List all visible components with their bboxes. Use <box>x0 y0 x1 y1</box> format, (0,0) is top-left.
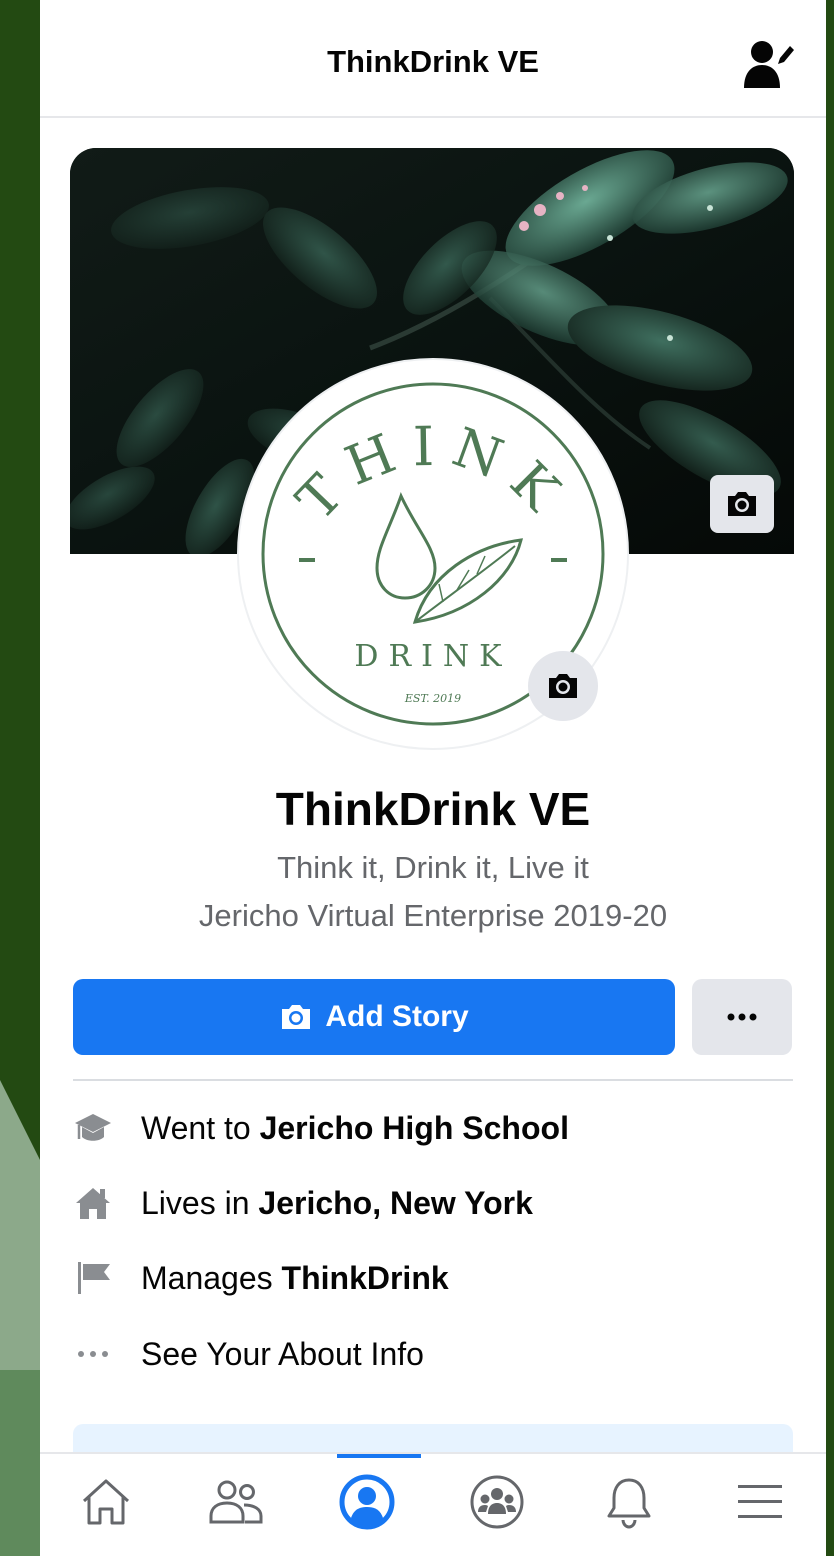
about-manages[interactable]: Manages ThinkDrink <box>73 1253 449 1303</box>
more-dots-icon <box>727 1013 757 1021</box>
flag-icon <box>73 1258 113 1298</box>
profile-icon[interactable] <box>337 1472 397 1532</box>
see-about-info[interactable]: See Your About Info <box>73 1329 424 1379</box>
logo-est-text: EST. 2019 <box>404 692 461 705</box>
camera-icon <box>282 1005 311 1029</box>
profile-name: ThinkDrink VE <box>275 783 591 835</box>
see-about-info-label: See Your About Info <box>141 1335 424 1372</box>
friends-icon[interactable] <box>206 1472 266 1532</box>
bottom-tab-bar <box>40 1452 826 1556</box>
about-residence[interactable]: Lives in Jericho, New York <box>73 1178 533 1228</box>
about-manages-prefix: Manages <box>141 1259 273 1296</box>
top-bar: ThinkDrink VE <box>40 0 826 118</box>
menu-icon[interactable] <box>730 1472 790 1532</box>
home-icon[interactable] <box>76 1472 136 1532</box>
cover-camera-icon[interactable] <box>710 475 774 533</box>
about-residence-prefix: Lives in <box>141 1184 250 1221</box>
bio-line-2: Jericho Virtual Enterprise 2019-20 <box>198 898 668 933</box>
about-education-prefix: Went to <box>141 1109 251 1146</box>
logo-bottom-text: DRINK <box>354 639 511 674</box>
add-story-button[interactable]: Add Story <box>73 979 675 1055</box>
background-decoration <box>0 1080 40 1556</box>
avatar-camera-icon[interactable] <box>528 651 598 721</box>
about-residence-value: Jericho, New York <box>258 1184 533 1221</box>
bio-line-1: Think it, Drink it, Live it <box>277 850 589 885</box>
phone-screen: ThinkDrink VE THINK DRINK EST. 2019 Thin… <box>40 0 826 1556</box>
groups-icon[interactable] <box>467 1472 527 1532</box>
page-title: ThinkDrink VE <box>327 44 539 79</box>
svg-text:THINK: THINK <box>285 415 582 533</box>
person-edit-icon[interactable] <box>742 38 796 90</box>
logo-top-text: THINK <box>285 415 568 533</box>
add-story-label: Add Story <box>325 1000 469 1033</box>
divider <box>73 1079 793 1081</box>
active-tab-indicator <box>337 1454 421 1458</box>
house-icon <box>73 1183 113 1223</box>
notifications-icon[interactable] <box>599 1472 659 1532</box>
graduation-cap-icon <box>73 1108 113 1148</box>
more-options-button[interactable] <box>692 979 792 1055</box>
about-education[interactable]: Went to Jericho High School <box>73 1103 569 1153</box>
about-manages-value: ThinkDrink <box>281 1259 449 1296</box>
more-dots-icon <box>73 1334 113 1374</box>
about-education-value: Jericho High School <box>259 1109 569 1146</box>
